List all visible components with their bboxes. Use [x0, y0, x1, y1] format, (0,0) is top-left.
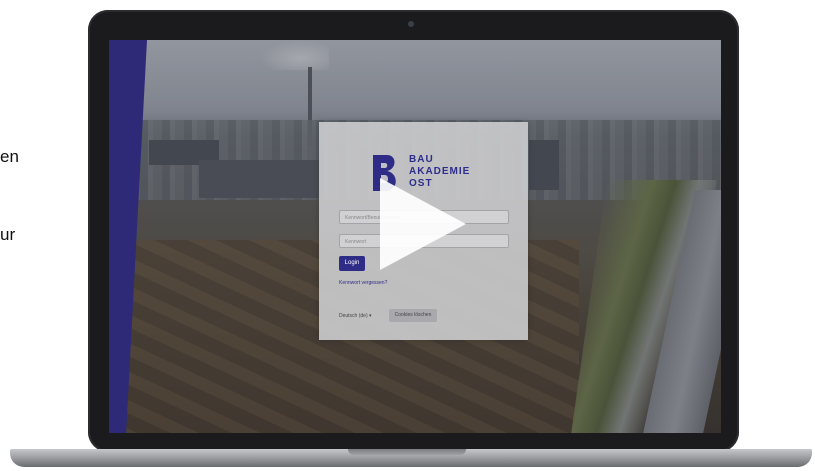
login-button[interactable]: Login — [339, 256, 365, 271]
forgot-password-link[interactable]: Kennwort vergessen? — [339, 280, 387, 286]
play-icon[interactable] — [378, 174, 468, 274]
background-text-fragment-2: ur — [0, 225, 16, 244]
clear-cookies-button[interactable]: Cookies löschen — [389, 309, 437, 322]
background-text-fragment-1: en — [0, 147, 19, 166]
password-placeholder: Kennwort — [345, 239, 367, 245]
laptop-hinge-notch — [348, 449, 466, 455]
brand-line-1: BAU — [409, 154, 434, 165]
language-select[interactable]: Deutsch (de) ▾ — [339, 313, 372, 319]
webcam — [408, 21, 414, 27]
